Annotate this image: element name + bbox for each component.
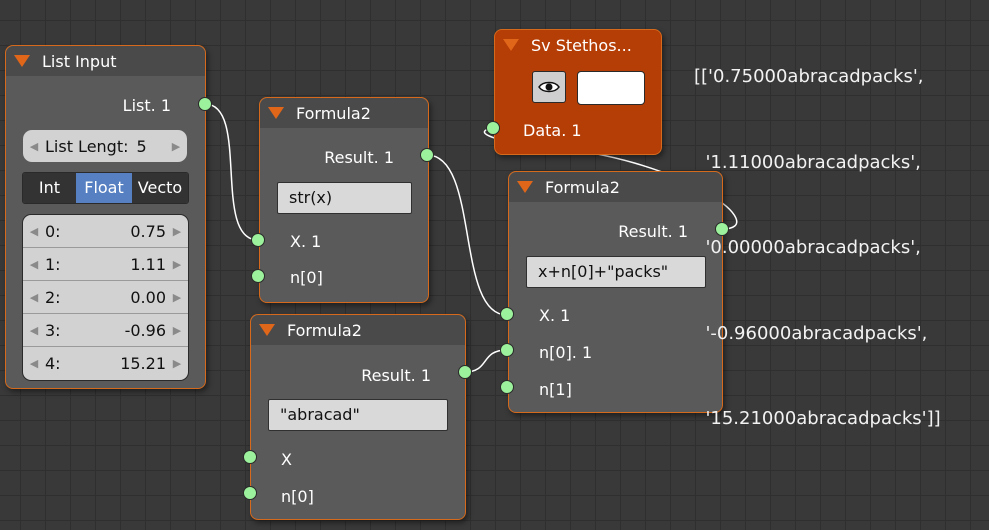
node-title: List Input	[42, 51, 117, 71]
collapse-triangle-icon[interactable]	[517, 181, 533, 193]
tab-vector[interactable]: Vecto	[132, 173, 188, 203]
formula-b-n0-socket[interactable]	[243, 486, 257, 500]
input-socket-label: Data. 1	[523, 121, 582, 140]
formula-input[interactable]: x+n[0]+"packs"	[526, 256, 706, 288]
formula-node-b[interactable]: Formula2 Result. 1 "abracad" X n[0]	[250, 314, 466, 520]
decrement-arrow-icon[interactable]: ◀	[23, 291, 45, 304]
stethoscope-header[interactable]: Sv Stethos...	[495, 30, 661, 60]
collapse-triangle-icon[interactable]	[14, 55, 30, 67]
list-item-index: 3:	[45, 320, 61, 340]
list-item[interactable]: ◀ 3: -0.96 ▶	[23, 314, 188, 347]
output-socket-label: Result. 1	[618, 222, 688, 241]
formula-c-header[interactable]: Formula2	[509, 172, 722, 202]
increment-arrow-icon[interactable]: ▶	[166, 258, 188, 271]
list-item-index: 4:	[45, 354, 61, 373]
input-socket-label: n[0]	[281, 487, 314, 506]
collapse-triangle-icon[interactable]	[259, 324, 275, 336]
decrement-arrow-icon[interactable]: ◀	[23, 357, 45, 370]
output-socket-label: Result. 1	[361, 366, 431, 385]
input-socket-label: X	[281, 450, 292, 469]
formula-a-n0-socket[interactable]	[251, 269, 265, 283]
node-title: Formula2	[287, 320, 362, 340]
input-socket-label: n[0]. 1	[539, 343, 593, 362]
list-item[interactable]: ◀ 4: 15.21 ▶	[23, 347, 188, 380]
output-line: '1.11000abracadpacks',	[694, 151, 921, 173]
increment-arrow-icon[interactable]: ▶	[166, 291, 188, 304]
stethoscope-output: [['0.75000abracadpacks', '1.11000abracad…	[694, 6, 941, 462]
node-title: Formula2	[296, 103, 371, 123]
color-swatch[interactable]	[577, 71, 645, 105]
formula-b-header[interactable]: Formula2	[251, 315, 465, 345]
increment-arrow-icon[interactable]: ▶	[166, 225, 188, 238]
output-socket-label: Result. 1	[324, 148, 394, 167]
list-length-value: 5	[136, 136, 147, 156]
output-socket-label: List. 1	[122, 96, 171, 115]
formula-node-a[interactable]: Formula2 Result. 1 str(x) X. 1 n[0]	[259, 97, 429, 303]
list-values: ◀ 0: 0.75 ▶ ◀ 1: 1.11 ▶ ◀ 2: 0.00 ▶ ◀ 3:…	[22, 214, 189, 381]
formula-a-x-socket[interactable]	[251, 233, 265, 247]
formula-b-x-socket[interactable]	[243, 450, 257, 464]
formula-c-x-socket[interactable]	[500, 307, 514, 321]
list-input-node[interactable]: List Input List. 1 ◀ List Lengt: 5 ▶ Int…	[5, 45, 206, 389]
link-formula-a-to-formula-c-x	[426, 154, 508, 316]
list-input-header[interactable]: List Input	[6, 46, 205, 76]
list-item[interactable]: ◀ 1: 1.11 ▶	[23, 248, 188, 281]
formula-c-n0-socket[interactable]	[500, 343, 514, 357]
formula-node-c[interactable]: Formula2 Result. 1 x+n[0]+"packs" X. 1 n…	[508, 171, 723, 413]
decrement-arrow-icon[interactable]: ◀	[23, 258, 45, 271]
list-item-value: 0.75	[130, 221, 166, 241]
output-line: '15.21000abracadpacks']]	[694, 408, 941, 429]
list-item-index: 1:	[45, 254, 61, 274]
node-title: Formula2	[545, 177, 620, 197]
list-item-value: 1.11	[130, 254, 166, 274]
list-length-field[interactable]: ◀ List Lengt: 5 ▶	[23, 130, 187, 162]
input-socket-label: X. 1	[539, 306, 571, 325]
formula-c-n1-socket[interactable]	[500, 380, 514, 394]
list-item-value: 0.00	[130, 287, 166, 307]
formula-input[interactable]: str(x)	[277, 182, 412, 214]
formula-a-output-socket[interactable]	[420, 148, 434, 162]
node-title: Sv Stethos...	[531, 35, 632, 55]
list-output-socket[interactable]	[198, 97, 212, 111]
formula-input[interactable]: "abracad"	[268, 399, 448, 431]
tab-int[interactable]: Int	[23, 173, 76, 203]
type-tabs: Int Float Vecto	[22, 172, 189, 204]
increment-arrow-icon[interactable]: ▶	[166, 357, 188, 370]
formula-b-output-socket[interactable]	[458, 365, 472, 379]
stethoscope-data-socket[interactable]	[486, 121, 500, 135]
tab-float[interactable]: Float	[76, 173, 132, 203]
list-item[interactable]: ◀ 2: 0.00 ▶	[23, 281, 188, 314]
decrement-arrow-icon[interactable]: ◀	[23, 225, 45, 238]
list-length-label: List Lengt:	[45, 136, 129, 156]
list-item-value: -0.96	[124, 320, 166, 340]
visibility-toggle-button[interactable]	[532, 71, 566, 103]
collapse-triangle-icon[interactable]	[268, 107, 284, 119]
input-socket-label: n[1]	[539, 380, 572, 399]
collapse-triangle-icon[interactable]	[503, 39, 519, 51]
list-item-value: 15.21	[120, 354, 166, 373]
list-item-index: 0:	[45, 221, 61, 241]
list-item[interactable]: ◀ 0: 0.75 ▶	[23, 215, 188, 248]
eye-icon	[538, 81, 560, 93]
output-line: [['0.75000abracadpacks',	[694, 66, 924, 87]
link-list-to-formula-a-x	[204, 103, 259, 241]
input-socket-label: n[0]	[290, 268, 323, 287]
stethoscope-node[interactable]: Sv Stethos... Data. 1	[494, 29, 662, 155]
decrement-arrow-icon[interactable]: ◀	[23, 324, 45, 337]
increment-arrow-icon[interactable]: ▶	[166, 324, 188, 337]
input-socket-label: X. 1	[290, 232, 322, 251]
output-line: '-0.96000abracadpacks',	[694, 322, 928, 344]
increment-arrow-icon[interactable]: ▶	[165, 140, 187, 153]
output-line: '0.00000abracadpacks',	[694, 237, 921, 258]
decrement-arrow-icon[interactable]: ◀	[23, 140, 45, 153]
formula-a-header[interactable]: Formula2	[260, 98, 428, 128]
list-item-index: 2:	[45, 287, 61, 307]
